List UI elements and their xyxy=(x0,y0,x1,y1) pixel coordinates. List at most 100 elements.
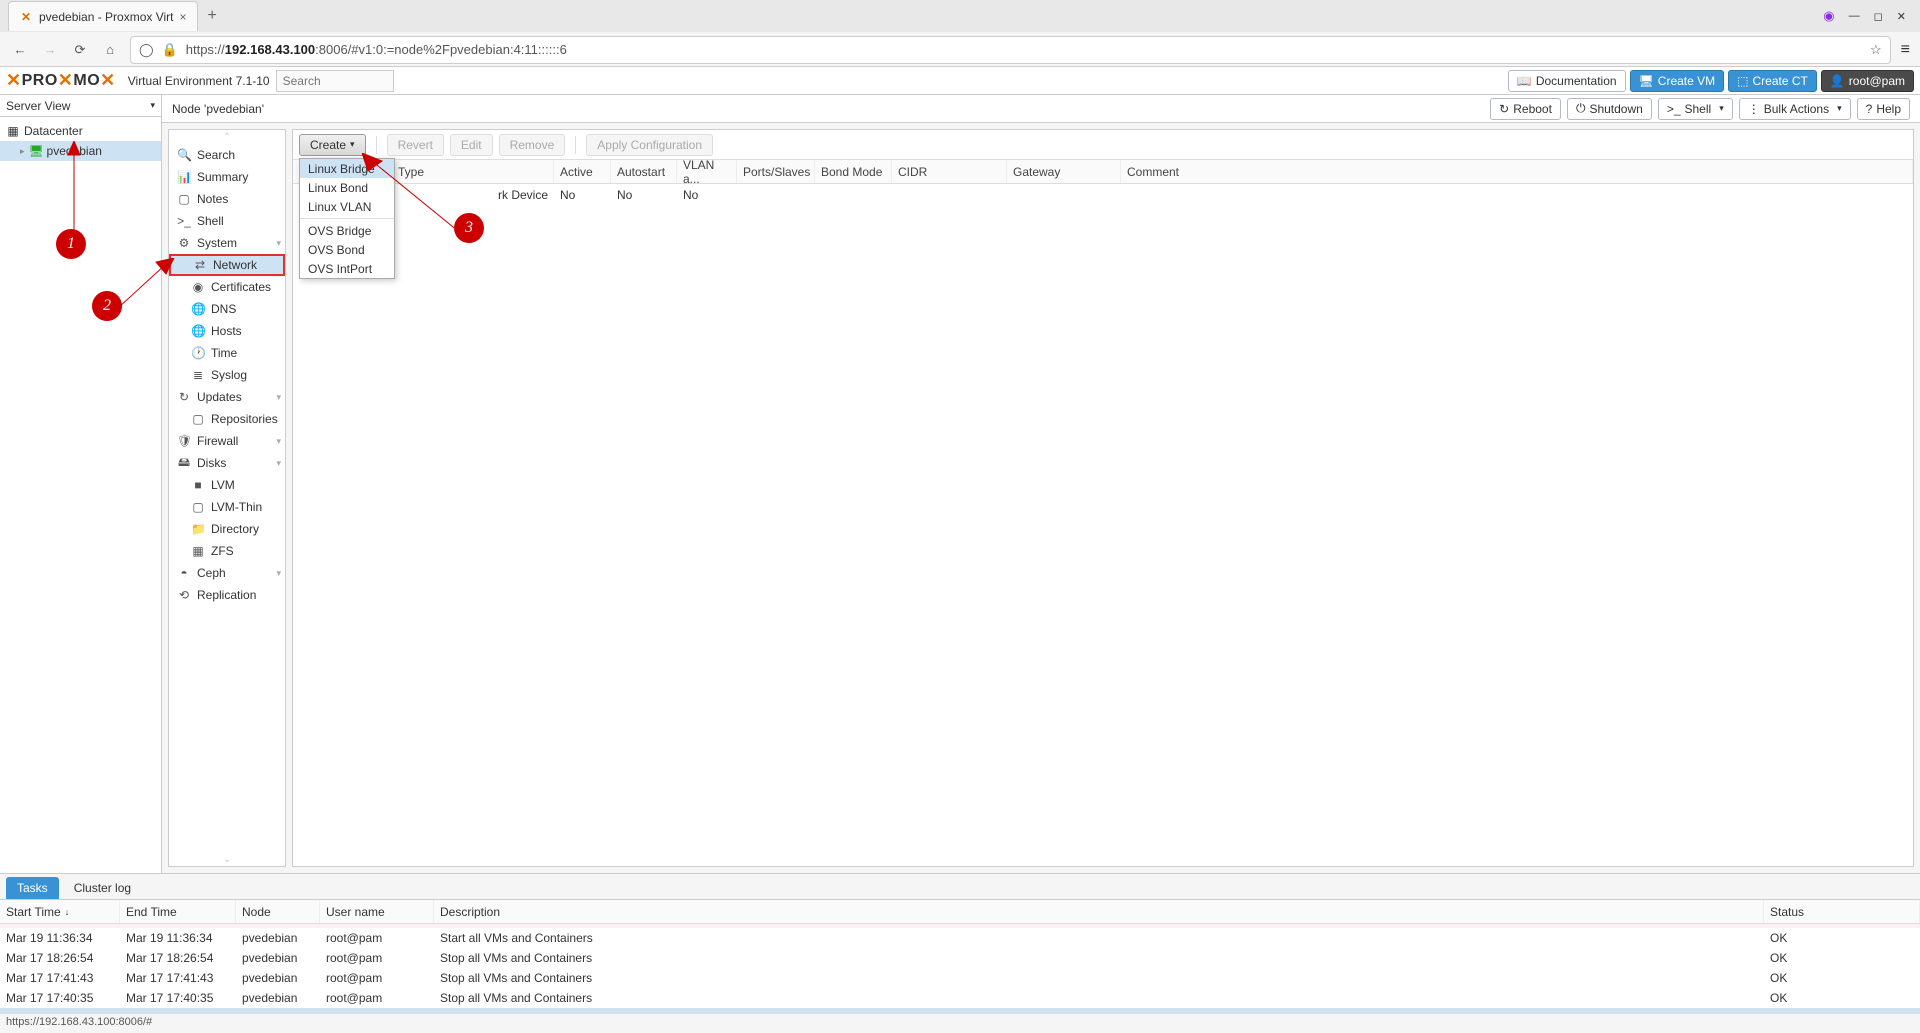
menu-repositories[interactable]: ▢Repositories xyxy=(169,408,285,430)
chevron-down-icon: ▾ xyxy=(150,100,155,111)
cell-desc: Stop all VMs and Containers xyxy=(434,968,1764,988)
menu-updates[interactable]: ↻Updates▾ xyxy=(169,386,285,408)
browser-tab[interactable]: ✕ pvedebian - Proxmox Virt × xyxy=(8,1,198,31)
cell-start: Mar 17 17:40:35 xyxy=(0,988,120,1008)
col-vlan[interactable]: VLAN a... xyxy=(677,160,737,183)
cell-end: Mar 17 17:40:35 xyxy=(120,988,236,1008)
cell-desc: Start all VMs and Containers xyxy=(434,928,1764,948)
scroll-up-icon[interactable]: ⌃ xyxy=(169,130,285,144)
col-status[interactable]: Status xyxy=(1764,900,1920,923)
col-bond[interactable]: Bond Mode xyxy=(815,160,892,183)
col-user[interactable]: User name xyxy=(320,900,434,923)
col-comment[interactable]: Comment xyxy=(1121,160,1913,183)
cell-status: OK xyxy=(1764,928,1920,948)
shutdown-button[interactable]: ⏻Shutdown xyxy=(1567,98,1652,120)
apply-config-button[interactable]: Apply Configuration xyxy=(586,134,713,156)
menu-syslog[interactable]: ≣Syslog xyxy=(169,364,285,386)
menu-zfs[interactable]: ▦ZFS xyxy=(169,540,285,562)
menu-directory[interactable]: 📁Directory xyxy=(169,518,285,540)
menu-ceph[interactable]: ◓Ceph▾ xyxy=(169,562,285,584)
create-button[interactable]: Create▾ xyxy=(299,134,366,156)
menu-hosts[interactable]: 🌐Hosts xyxy=(169,320,285,342)
expand-icon[interactable]: ▸ xyxy=(20,146,25,157)
col-autostart[interactable]: Autostart xyxy=(611,160,677,183)
cell-user: root@pam xyxy=(320,968,434,988)
minimize-icon[interactable]: — xyxy=(1849,10,1860,22)
status-bar: https://192.168.43.100:8006/# xyxy=(0,1013,1920,1033)
col-node[interactable]: Node xyxy=(236,900,320,923)
cell-user: root@pam xyxy=(320,928,434,948)
view-selector[interactable]: Server View▾ xyxy=(0,95,161,117)
network-toolbar: Create▾ Revert Edit Remove Apply Configu… xyxy=(293,130,1913,160)
book-icon: 📖 xyxy=(1517,74,1532,88)
menu-certificates[interactable]: ◉Certificates xyxy=(169,276,285,298)
global-search-input[interactable] xyxy=(276,70,394,92)
square-icon: ■ xyxy=(191,478,205,492)
menu-notes[interactable]: ▢Notes xyxy=(169,188,285,210)
remove-button[interactable]: Remove xyxy=(499,134,566,156)
col-cidr[interactable]: CIDR xyxy=(892,160,1007,183)
menu-shell[interactable]: >_Shell xyxy=(169,210,285,232)
bookmark-star-icon[interactable]: ☆ xyxy=(1870,42,1882,58)
close-window-icon[interactable]: ✕ xyxy=(1897,10,1906,23)
grid-icon: ▦ xyxy=(191,544,205,558)
bulk-actions-button[interactable]: ⋮Bulk Actions xyxy=(1739,98,1851,120)
help-button[interactable]: ?Help xyxy=(1857,98,1910,120)
new-tab-button[interactable]: + xyxy=(198,7,227,25)
close-icon[interactable]: × xyxy=(180,10,187,24)
back-icon[interactable]: ← xyxy=(10,42,30,57)
menu-replication[interactable]: ⟲Replication xyxy=(169,584,285,606)
log-row[interactable]: Mar 17 17:41:43Mar 17 17:41:43pvedebianr… xyxy=(0,968,1920,988)
maximize-icon[interactable]: ◻ xyxy=(1874,10,1883,23)
hamburger-menu-icon[interactable]: ≡ xyxy=(1901,41,1910,59)
menu-time[interactable]: 🕐Time xyxy=(169,342,285,364)
chart-icon: 📊 xyxy=(177,170,191,184)
user-menu-button[interactable]: 👤root@pam xyxy=(1821,70,1914,92)
menu-disks[interactable]: 🖴Disks▾ xyxy=(169,452,285,474)
lock-icon[interactable]: 🔒 xyxy=(162,42,178,58)
col-description[interactable]: Description xyxy=(434,900,1764,923)
menu-summary[interactable]: 📊Summary xyxy=(169,166,285,188)
extension-icon[interactable]: ◉ xyxy=(1823,8,1834,24)
shield-icon: 🛡 xyxy=(177,434,191,448)
create-vm-button[interactable]: 🖥Create VM xyxy=(1630,70,1725,92)
tree-datacenter[interactable]: ▦ Datacenter xyxy=(0,121,161,141)
col-ports[interactable]: Ports/Slaves xyxy=(737,160,815,183)
address-bar: ← → ⟳ ⌂ ◯ 🔒 https://192.168.43.100:8006/… xyxy=(0,32,1920,67)
log-row[interactable]: Mar 17 18:26:54Mar 17 18:26:54pvedebianr… xyxy=(0,948,1920,968)
reboot-button[interactable]: ↻Reboot xyxy=(1490,98,1561,120)
col-gateway[interactable]: Gateway xyxy=(1007,160,1121,183)
url-input[interactable]: ◯ 🔒 https://192.168.43.100:8006/#v1:0:=n… xyxy=(130,36,1891,64)
shell-button[interactable]: >_Shell xyxy=(1658,98,1733,120)
menu-lvm[interactable]: ■LVM xyxy=(169,474,285,496)
annotation-arrow-1 xyxy=(66,141,82,231)
reload-icon[interactable]: ⟳ xyxy=(70,42,90,58)
create-ct-button[interactable]: ⬚Create CT xyxy=(1728,70,1817,92)
log-row[interactable]: Mar 17 17:40:35Mar 17 17:40:35pvedebianr… xyxy=(0,988,1920,1008)
menu-system[interactable]: ⚙System▾ xyxy=(169,232,285,254)
col-active[interactable]: Active xyxy=(554,160,611,183)
menu-search[interactable]: 🔍Search xyxy=(169,144,285,166)
network-grid-row[interactable]: rk Device No No No xyxy=(293,184,1913,206)
tab-tasks[interactable]: Tasks xyxy=(6,877,59,899)
log-row[interactable]: Mar 19 11:36:34Mar 19 11:36:34pvedebianr… xyxy=(0,928,1920,948)
annotation-3: 3 xyxy=(454,213,484,243)
browser-chrome: ✕ pvedebian - Proxmox Virt × + ◉ — ◻ ✕ ←… xyxy=(0,0,1920,67)
documentation-button[interactable]: 📖Documentation xyxy=(1508,70,1626,92)
shield-icon[interactable]: ◯ xyxy=(139,42,154,58)
dd-ovs-intport[interactable]: OVS IntPort xyxy=(300,259,394,278)
col-end-time[interactable]: End Time xyxy=(120,900,236,923)
node-title-bar: Node 'pvedebian' ↻Reboot ⏻Shutdown >_She… xyxy=(162,95,1920,123)
chevron-down-icon: ▾ xyxy=(276,436,281,447)
menu-lvmthin[interactable]: ▢LVM-Thin xyxy=(169,496,285,518)
ceph-icon: ◓ xyxy=(177,566,191,580)
menu-network[interactable]: ⇄Network xyxy=(169,254,285,276)
home-icon[interactable]: ⌂ xyxy=(100,42,120,57)
scroll-down-icon[interactable]: ⌄ xyxy=(169,852,285,866)
tab-cluster-log[interactable]: Cluster log xyxy=(63,877,142,899)
menu-firewall[interactable]: 🛡Firewall▾ xyxy=(169,430,285,452)
proxmox-logo[interactable]: ✕PRO✕MO✕ xyxy=(6,70,116,91)
dd-ovs-bond[interactable]: OVS Bond xyxy=(300,240,394,259)
menu-dns[interactable]: 🌐DNS xyxy=(169,298,285,320)
col-start-time[interactable]: Start Time↓ xyxy=(0,900,120,923)
